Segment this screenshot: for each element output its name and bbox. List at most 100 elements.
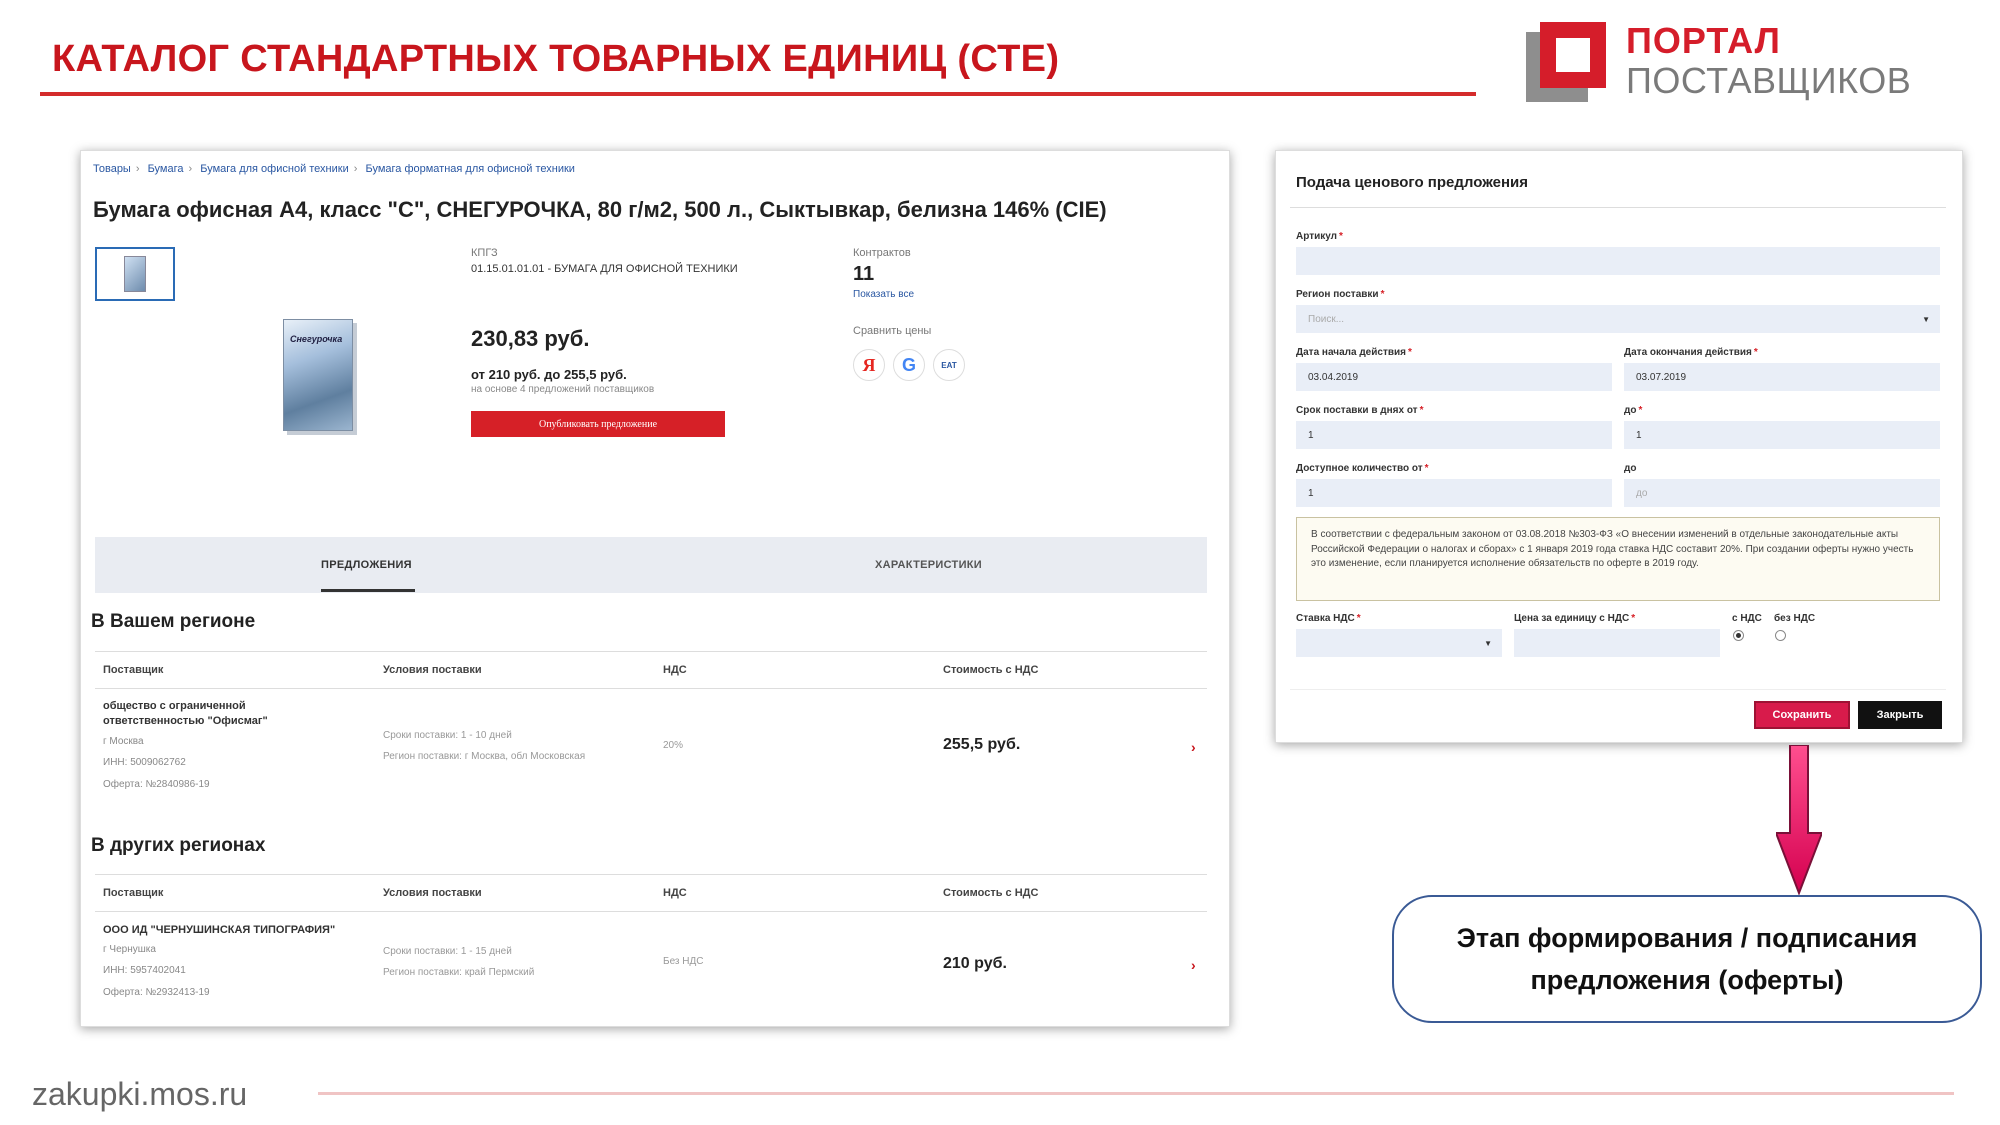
vat-notice: В соответствии с федеральным законом от … [1296,517,1940,601]
chevron-down-icon: ▼ [1484,639,1492,648]
breadcrumb-item[interactable]: Бумага для офисной техники [200,163,349,175]
product-brand-mark: Снегурочка [290,334,343,344]
unit-price-input[interactable] [1514,629,1720,657]
logo-mark-icon [1526,20,1606,102]
column-header: Условия поставки [383,887,482,899]
delivery-terms: Сроки поставки: 1 - 15 дней [383,946,512,957]
portal-logo: ПОРТАЛ ПОСТАВЩИКОВ [1526,20,1926,110]
callout-line-2: предложения (оферты) [1530,965,1844,995]
row-chevron-icon[interactable]: › [1191,957,1196,973]
tab-characteristics[interactable]: ХАРАКТЕРИСТИКИ [875,559,982,571]
divider [1290,207,1946,208]
supplier-name: общество с ограниченной ответственностью… [103,700,268,727]
close-button[interactable]: Закрыть [1858,701,1942,729]
with-vat-radio[interactable] [1733,630,1744,641]
region-select[interactable]: Поиск... ▼ [1296,305,1940,333]
supplier-inn: ИНН: 5957402041 [103,965,186,976]
footer-url[interactable]: zakupki.mos.ru [32,1076,247,1113]
contracts-label: Контрактов [853,247,911,259]
breadcrumb: Товары › Бумага › Бумага для офисной техни… [93,163,575,175]
slide-title: КАТАЛОГ СТАНДАРТНЫХ ТОВАРНЫХ ЕДИНИЦ (СТЕ… [52,38,1060,80]
stage-callout: Этап формирования / подписания предложен… [1392,895,1982,1023]
start-date-label: Дата начала действия * [1296,347,1412,358]
breadcrumb-item[interactable]: Бумага [148,163,184,175]
cost-value: 210 руб. [943,955,1007,972]
end-date-label: Дата окончания действия * [1624,347,1758,358]
qty-from-input[interactable]: 1 [1296,479,1612,507]
unit-price-label: Цена за единицу с НДС * [1514,613,1636,624]
chevron-down-icon: ▼ [1922,315,1930,324]
row-chevron-icon[interactable]: › [1191,739,1196,755]
delivery-region: Регион поставки: г Москва, обл Московска… [383,751,586,762]
eat-icon[interactable]: EAT [933,349,965,381]
footer-divider [318,1092,1954,1095]
column-header: Поставщик [103,664,164,676]
callout-line-1: Этап формирования / подписания [1456,923,1918,953]
active-tab-indicator [321,589,415,592]
end-date-input[interactable]: 03.07.2019 [1624,363,1940,391]
compare-prices-label: Сравнить цены [853,325,932,337]
table-header: Поставщик Условия поставки НДС Стоимость… [95,874,1207,912]
title-divider [40,92,1476,96]
table-row[interactable]: общество с ограниченной ответственностью… [95,699,1207,809]
yandex-icon[interactable]: Я [853,349,885,381]
column-header: Стоимость с НДС [943,887,1039,899]
product-image: Снегурочка [283,319,353,431]
vat-value: Без НДС [663,956,704,967]
product-price: 230,83 руб. [471,326,590,351]
divider [1290,689,1946,690]
down-arrow-icon [1776,745,1822,895]
publish-offer-button[interactable]: Опубликовать предложение [471,411,725,437]
qty-from-label: Доступное количество от * [1296,463,1429,474]
column-header: Поставщик [103,887,164,899]
supplier-offer: Оферта: №2932413-19 [103,987,210,998]
price-range: от 210 руб. до 255,5 руб. [471,367,627,382]
supplier-city: г Москва [103,736,144,747]
qty-to-input[interactable]: до [1624,479,1940,507]
kpgz-value: 01.15.01.01.01 - БУМАГА ДЛЯ ОФИСНОЙ ТЕХН… [471,263,738,275]
vat-rate-label: Ставка НДС * [1296,613,1361,624]
section-heading-other-regions: В других регионах [91,835,266,856]
logo-text-suppliers: ПОСТАВЩИКОВ [1626,60,1912,101]
region-label: Регион поставки * [1296,289,1385,300]
with-vat-label: с НДС [1732,613,1762,624]
tab-offers[interactable]: ПРЕДЛОЖЕНИЯ [321,559,412,571]
tabs-bar: ПРЕДЛОЖЕНИЯ ХАРАКТЕРИСТИКИ [95,537,1207,593]
qty-to-label: до [1624,463,1637,474]
product-thumbnail[interactable] [95,247,175,301]
supplier-city: г Чернушка [103,944,156,955]
delivery-to-label: до * [1624,405,1643,416]
table-row[interactable]: ООО ИД "ЧЕРНУШИНСКАЯ ТИПОГРАФИЯ" г Черну… [95,923,1207,1023]
kpgz-label: КПГЗ [471,247,498,259]
delivery-region: Регион поставки: край Пермский [383,967,535,978]
delivery-from-input[interactable]: 1 [1296,421,1612,449]
column-header: Условия поставки [383,664,482,676]
supplier-offer: Оферта: №2840986-19 [103,779,210,790]
start-date-input[interactable]: 03.04.2019 [1296,363,1612,391]
vat-value: 20% [663,740,684,751]
without-vat-radio[interactable] [1775,630,1786,641]
google-icon[interactable]: G [893,349,925,381]
without-vat-label: без НДС [1774,613,1816,624]
breadcrumb-item[interactable]: Товары [93,163,131,175]
show-all-link[interactable]: Показать все [853,289,914,300]
delivery-from-label: Срок поставки в днях от * [1296,405,1424,416]
delivery-to-input[interactable]: 1 [1624,421,1940,449]
breadcrumb-item[interactable]: Бумага форматная для офисной техники [365,163,574,175]
table-header: Поставщик Условия поставки НДС Стоимость… [95,651,1207,689]
cost-value: 255,5 руб. [943,736,1021,753]
price-note: на основе 4 предложений поставщиков [471,384,655,395]
column-header: НДС [663,887,687,899]
vat-rate-select[interactable]: ▼ [1296,629,1502,657]
column-header: НДС [663,664,687,676]
contracts-count: 11 [853,263,875,285]
supplier-inn: ИНН: 5009062762 [103,757,186,768]
article-input[interactable] [1296,247,1940,275]
section-heading-region: В Вашем регионе [91,611,256,632]
product-title: Бумага офисная А4, класс "С", СНЕГУРОЧКА… [93,197,1107,222]
delivery-terms: Сроки поставки: 1 - 10 дней [383,730,512,741]
column-header: Стоимость с НДС [943,664,1039,676]
logo-text-portal: ПОРТАЛ [1626,20,1781,61]
article-label: Артикул * [1296,231,1343,242]
save-button[interactable]: Сохранить [1754,701,1850,729]
